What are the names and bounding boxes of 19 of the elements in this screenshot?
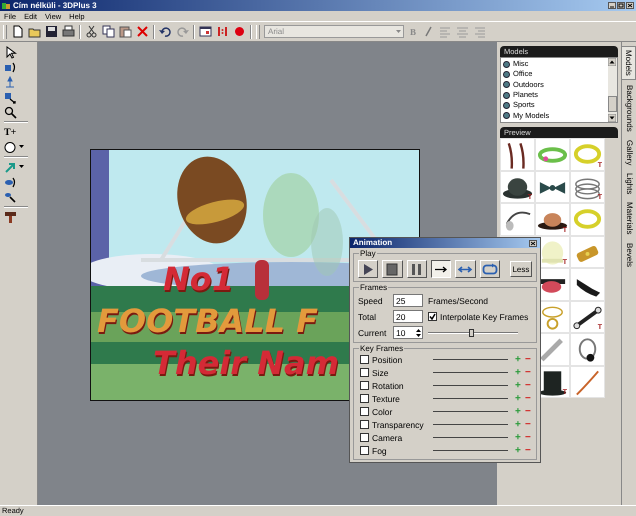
- property-label: Transparency: [372, 420, 425, 430]
- field-label: Speed: [358, 296, 384, 306]
- property-label: Texture: [372, 394, 401, 404]
- scene-title-text: FOOTBALL F: [97, 304, 318, 338]
- property-label: Fog: [372, 446, 388, 456]
- field-label: Current: [358, 328, 388, 338]
- group-label: Frames: [359, 283, 388, 292]
- property-label: Camera: [372, 432, 404, 442]
- property-label: Size: [372, 368, 390, 378]
- group-label: Play: [359, 249, 377, 258]
- property-label: Color: [372, 406, 394, 416]
- property-label: Position: [372, 354, 404, 364]
- checkbox-label: Interpolate Key Frames: [440, 312, 528, 322]
- unit-label: Frames/Second: [428, 296, 489, 306]
- group-label: Key Frames: [359, 344, 404, 353]
- field-label: Total: [358, 312, 377, 322]
- window-title: Cím nélküli - 3DPlus 3: [13, 0, 97, 10]
- dialog-title: Animation: [353, 238, 392, 248]
- property-label: Rotation: [372, 380, 405, 390]
